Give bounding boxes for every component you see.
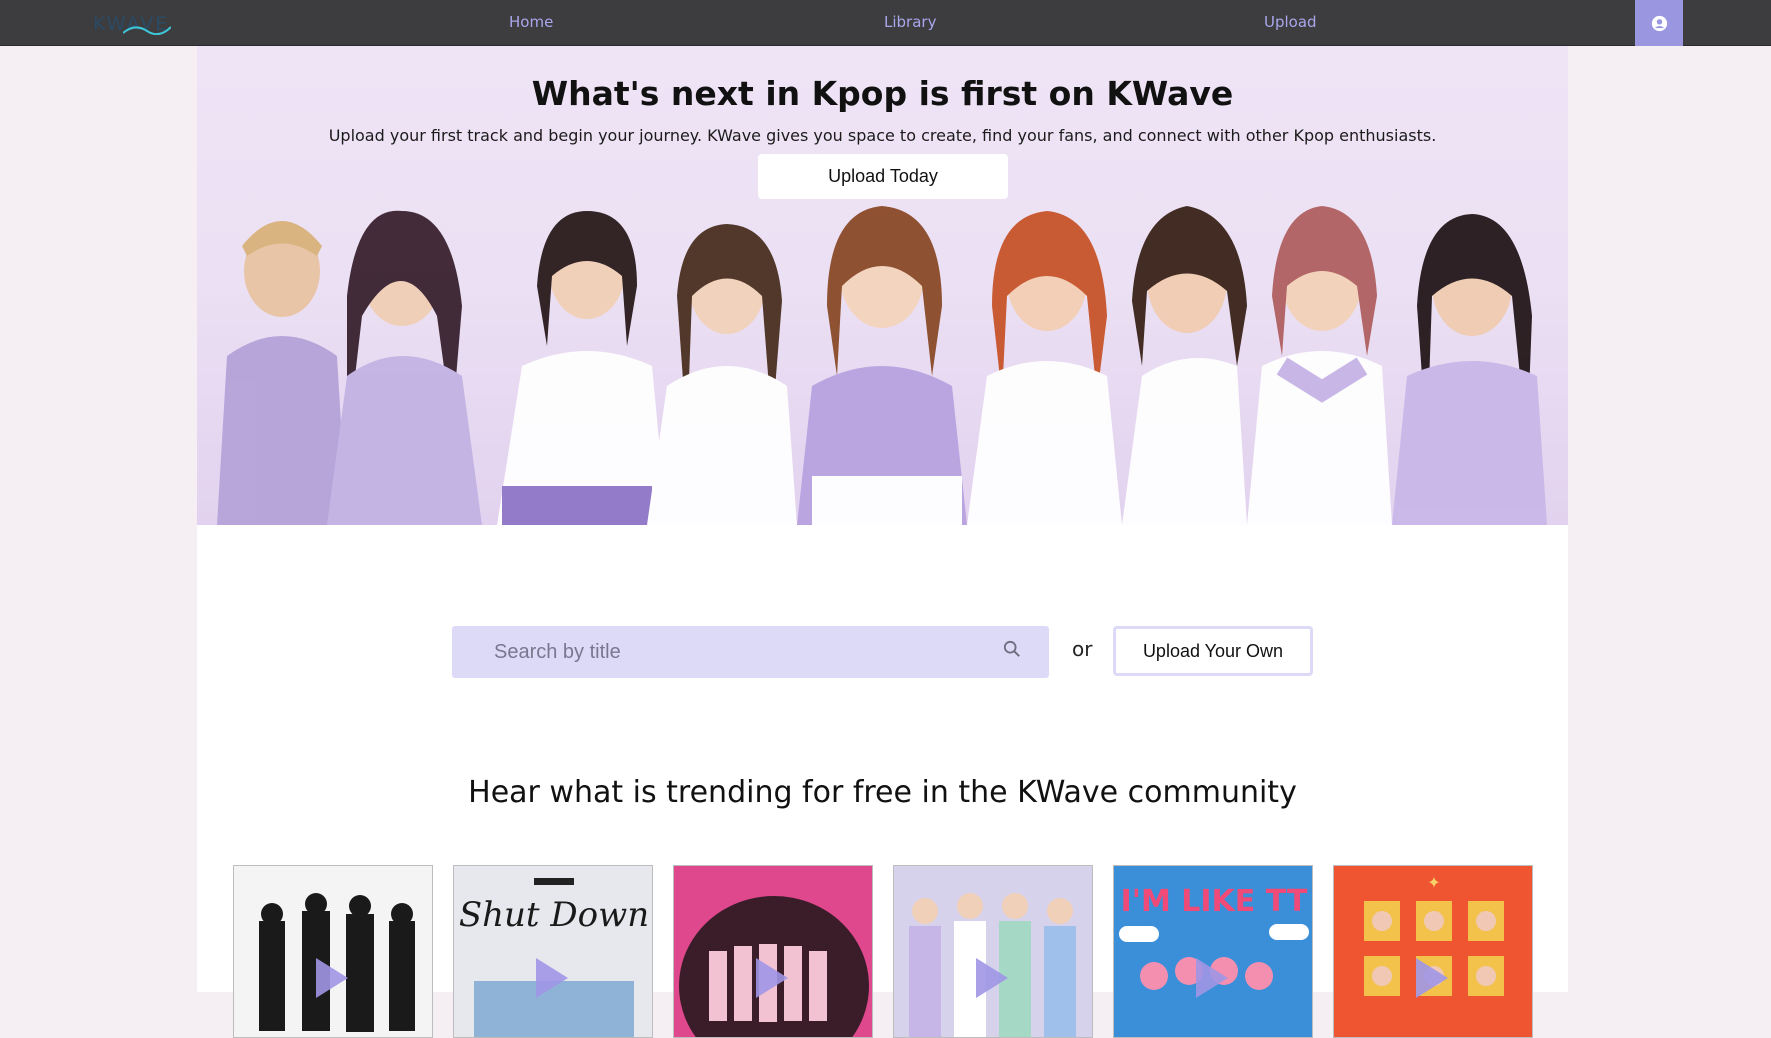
album-art: [234, 866, 432, 1037]
album-card[interactable]: Shut Down: [453, 865, 653, 1038]
album-art: [674, 866, 872, 1037]
album-art: [894, 866, 1092, 1037]
album-art: I'M LIKE TT: [1114, 866, 1312, 1037]
album-card[interactable]: [233, 865, 433, 1038]
main-content: What's next in Kpop is first on KWave Up…: [197, 46, 1568, 1038]
album-art: ✦: [1334, 866, 1532, 1037]
play-icon[interactable]: [976, 958, 1008, 998]
album-art-text: Shut Down: [459, 895, 649, 935]
hero-group-photo: [217, 206, 1547, 525]
hero-banner: What's next in Kpop is first on KWave Up…: [197, 46, 1568, 525]
hero-subtitle: Upload your first track and begin your j…: [328, 126, 1437, 145]
play-icon[interactable]: [756, 958, 788, 998]
album-card[interactable]: [673, 865, 873, 1038]
search-icon[interactable]: [1003, 640, 1021, 658]
nav-home-link[interactable]: Home: [509, 13, 553, 31]
or-separator: or: [1072, 637, 1093, 661]
play-icon[interactable]: [536, 958, 568, 998]
album-art-text: I'M LIKE TT: [1121, 884, 1308, 919]
upload-today-button[interactable]: Upload Today: [758, 154, 1008, 199]
play-icon[interactable]: [1416, 958, 1448, 998]
album-card[interactable]: ✦: [1333, 865, 1533, 1038]
album-card[interactable]: I'M LIKE TT: [1113, 865, 1313, 1038]
album-card[interactable]: [893, 865, 1093, 1038]
nav-upload-link[interactable]: Upload: [1264, 13, 1317, 31]
album-art: Shut Down: [454, 866, 652, 1037]
kwave-logo[interactable]: KWAVE: [93, 9, 177, 37]
top-navbar: KWAVE Home Library Upload: [0, 0, 1771, 46]
play-icon[interactable]: [316, 958, 348, 998]
play-icon[interactable]: [1196, 958, 1228, 998]
wave-icon: [123, 26, 171, 35]
nav-library-link[interactable]: Library: [884, 13, 936, 31]
trending-heading: Hear what is trending for free in the KW…: [468, 775, 1297, 810]
search-input[interactable]: [452, 626, 1049, 678]
profile-button[interactable]: [1635, 0, 1683, 46]
search-box: [452, 626, 1049, 678]
upload-your-own-button[interactable]: Upload Your Own: [1113, 626, 1313, 676]
user-circle-icon: [1651, 15, 1667, 31]
hero-title: What's next in Kpop is first on KWave: [531, 74, 1234, 113]
svg-text:✦: ✦: [1427, 873, 1440, 892]
